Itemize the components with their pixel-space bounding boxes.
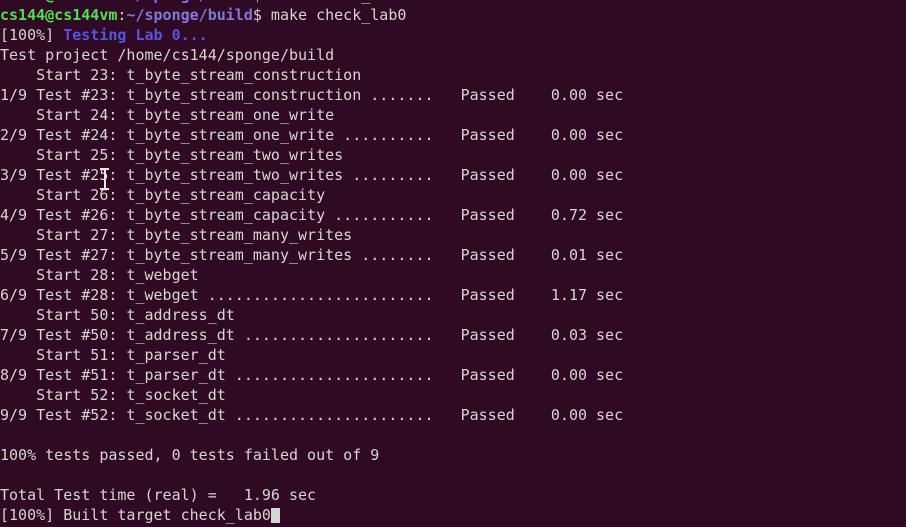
build-progress-row: [100%] Testing Lab 0... (0, 25, 906, 45)
test-output-row: Start 27: t_byte_stream_many_writes (0, 226, 353, 244)
test-output-row: 1/9 Test #23: t_byte_stream_construction… (0, 86, 624, 104)
terminal-window[interactable]: cs144@cs144vm:~/sponge/build$ make check… (0, 0, 906, 527)
built-target-row: [100%] Built target check_lab0 (0, 505, 906, 525)
test-output-row: 8/9 Test #51: t_parser_dt ..............… (0, 366, 624, 384)
build-message: Testing Lab 0... (63, 26, 208, 44)
prompt-path: ~/sponge/build (126, 0, 252, 4)
text-cursor (270, 508, 280, 523)
prompt-user: cs144@cs144vm (0, 0, 117, 4)
test-output-row: 7/9 Test #50: t_address_dt .............… (0, 326, 624, 344)
test-output-row: 6/9 Test #28: t_webget .................… (0, 286, 624, 304)
test-output-row: Start 50: t_address_dt (0, 306, 235, 324)
test-output-row: Start 52: t_socket_dt (0, 386, 226, 404)
test-output-row: 3/9 Test #25: t_byte_stream_two_writes .… (0, 166, 624, 184)
test-output-row: Start 51: t_parser_dt (0, 346, 226, 364)
test-output-row: 9/9 Test #52: t_socket_dt ..............… (0, 406, 624, 424)
blank-row (0, 465, 906, 485)
blank-row (0, 425, 906, 445)
prompt-path: ~/sponge/build (126, 6, 253, 24)
prompt-dollar: $ (252, 6, 262, 24)
command-prompt-row[interactable]: cs144@cs144vm:~/sponge/build$ make check… (0, 5, 906, 25)
terminal-screen[interactable]: cs144@cs144vm:~/sponge/build$ make check… (0, 0, 906, 525)
test-output-row: 4/9 Test #26: t_byte_stream_capacity ...… (0, 206, 624, 224)
test-output-row: 5/9 Test #27: t_byte_stream_many_writes … (0, 246, 624, 264)
test-output-row: Start 24: t_byte_stream_one_write (0, 106, 335, 124)
test-output-row: Start 26: t_byte_stream_capacity (0, 186, 326, 204)
scrollback-command: make check_lab0 (262, 0, 406, 4)
prompt-dollar: $ (253, 0, 262, 4)
prompt-user: cs144@cs144vm (0, 6, 118, 24)
tests-summary-row: 100% tests passed, 0 tests failed out of… (0, 446, 380, 464)
build-percent: [100%] (0, 26, 64, 44)
test-output-row: 2/9 Test #24: t_byte_stream_one_write ..… (0, 126, 624, 144)
command-text: make check_lab0 (261, 6, 407, 24)
test-output-row: Start 25: t_byte_stream_two_writes (0, 146, 344, 164)
test-project-row: Test project /home/cs144/sponge/build (0, 46, 335, 64)
built-target-text: [100%] Built target check_lab0 (0, 506, 271, 524)
total-time-row: Total Test time (real) = 1.96 sec (0, 486, 317, 504)
test-output-row: Start 28: t_webget (0, 266, 199, 284)
test-output-row: Start 23: t_byte_stream_construction (0, 66, 362, 84)
